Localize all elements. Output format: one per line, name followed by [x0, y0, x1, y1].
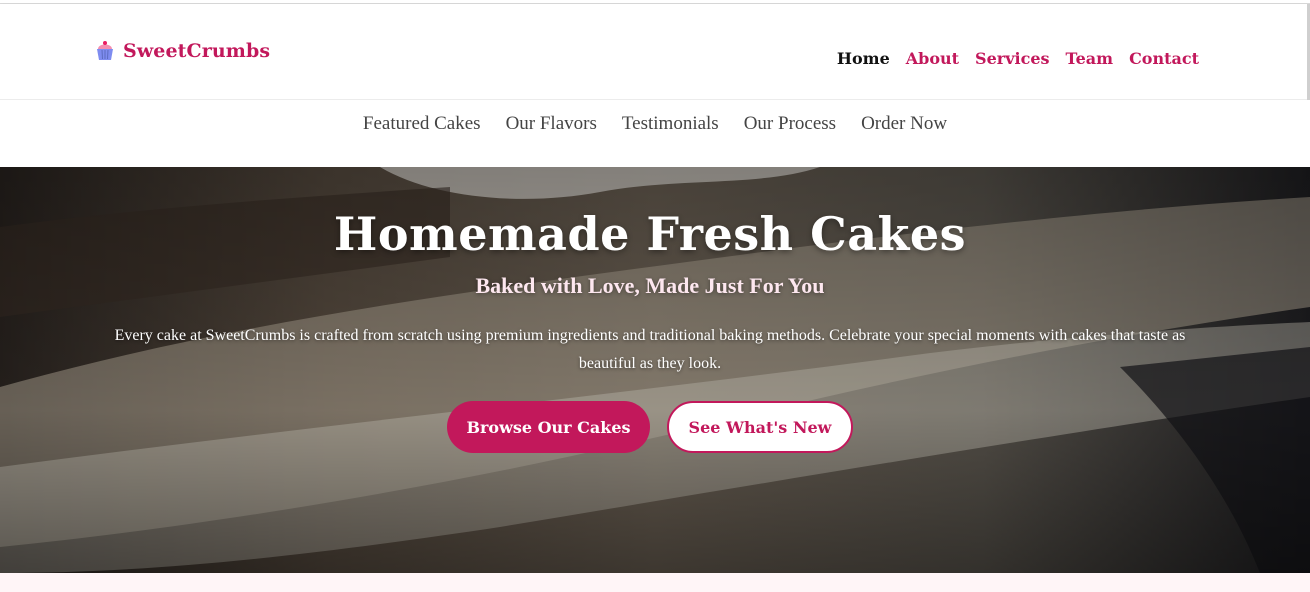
nav-link-home[interactable]: Home	[837, 49, 890, 68]
brand-name: SweetCrumbs	[123, 40, 271, 62]
hero-section: Homemade Fresh Cakes Baked with Love, Ma…	[0, 167, 1310, 573]
section-link-featured-cakes[interactable]: Featured Cakes	[363, 113, 481, 135]
see-whats-new-button[interactable]: See What's New	[667, 401, 853, 453]
nav-link-services[interactable]: Services	[975, 49, 1049, 68]
section-link-our-process[interactable]: Our Process	[744, 113, 836, 135]
next-section-edge	[0, 573, 1310, 592]
site-header: SweetCrumbs Home About Services Team Con…	[0, 4, 1308, 100]
section-navigation: Featured Cakes Our Flavors Testimonials …	[0, 100, 1310, 167]
hero-title: Homemade Fresh Cakes	[333, 207, 967, 261]
browse-cakes-button[interactable]: Browse Our Cakes	[447, 401, 650, 453]
section-link-our-flavors[interactable]: Our Flavors	[506, 113, 597, 135]
section-link-testimonials[interactable]: Testimonials	[622, 113, 719, 135]
hero-description: Every cake at SweetCrumbs is crafted fro…	[114, 327, 1186, 372]
main-navigation: Home About Services Team Contact	[837, 49, 1199, 68]
hero-subtitle: Baked with Love, Made Just For You	[475, 273, 825, 298]
hero-content: Homemade Fresh Cakes Baked with Love, Ma…	[0, 167, 1310, 573]
cupcake-icon	[97, 41, 113, 60]
brand-logo[interactable]: SweetCrumbs	[95, 40, 270, 62]
nav-link-contact[interactable]: Contact	[1129, 49, 1199, 68]
section-link-order-now[interactable]: Order Now	[861, 113, 947, 135]
nav-link-team[interactable]: Team	[1066, 49, 1114, 68]
nav-link-about[interactable]: About	[906, 49, 959, 68]
